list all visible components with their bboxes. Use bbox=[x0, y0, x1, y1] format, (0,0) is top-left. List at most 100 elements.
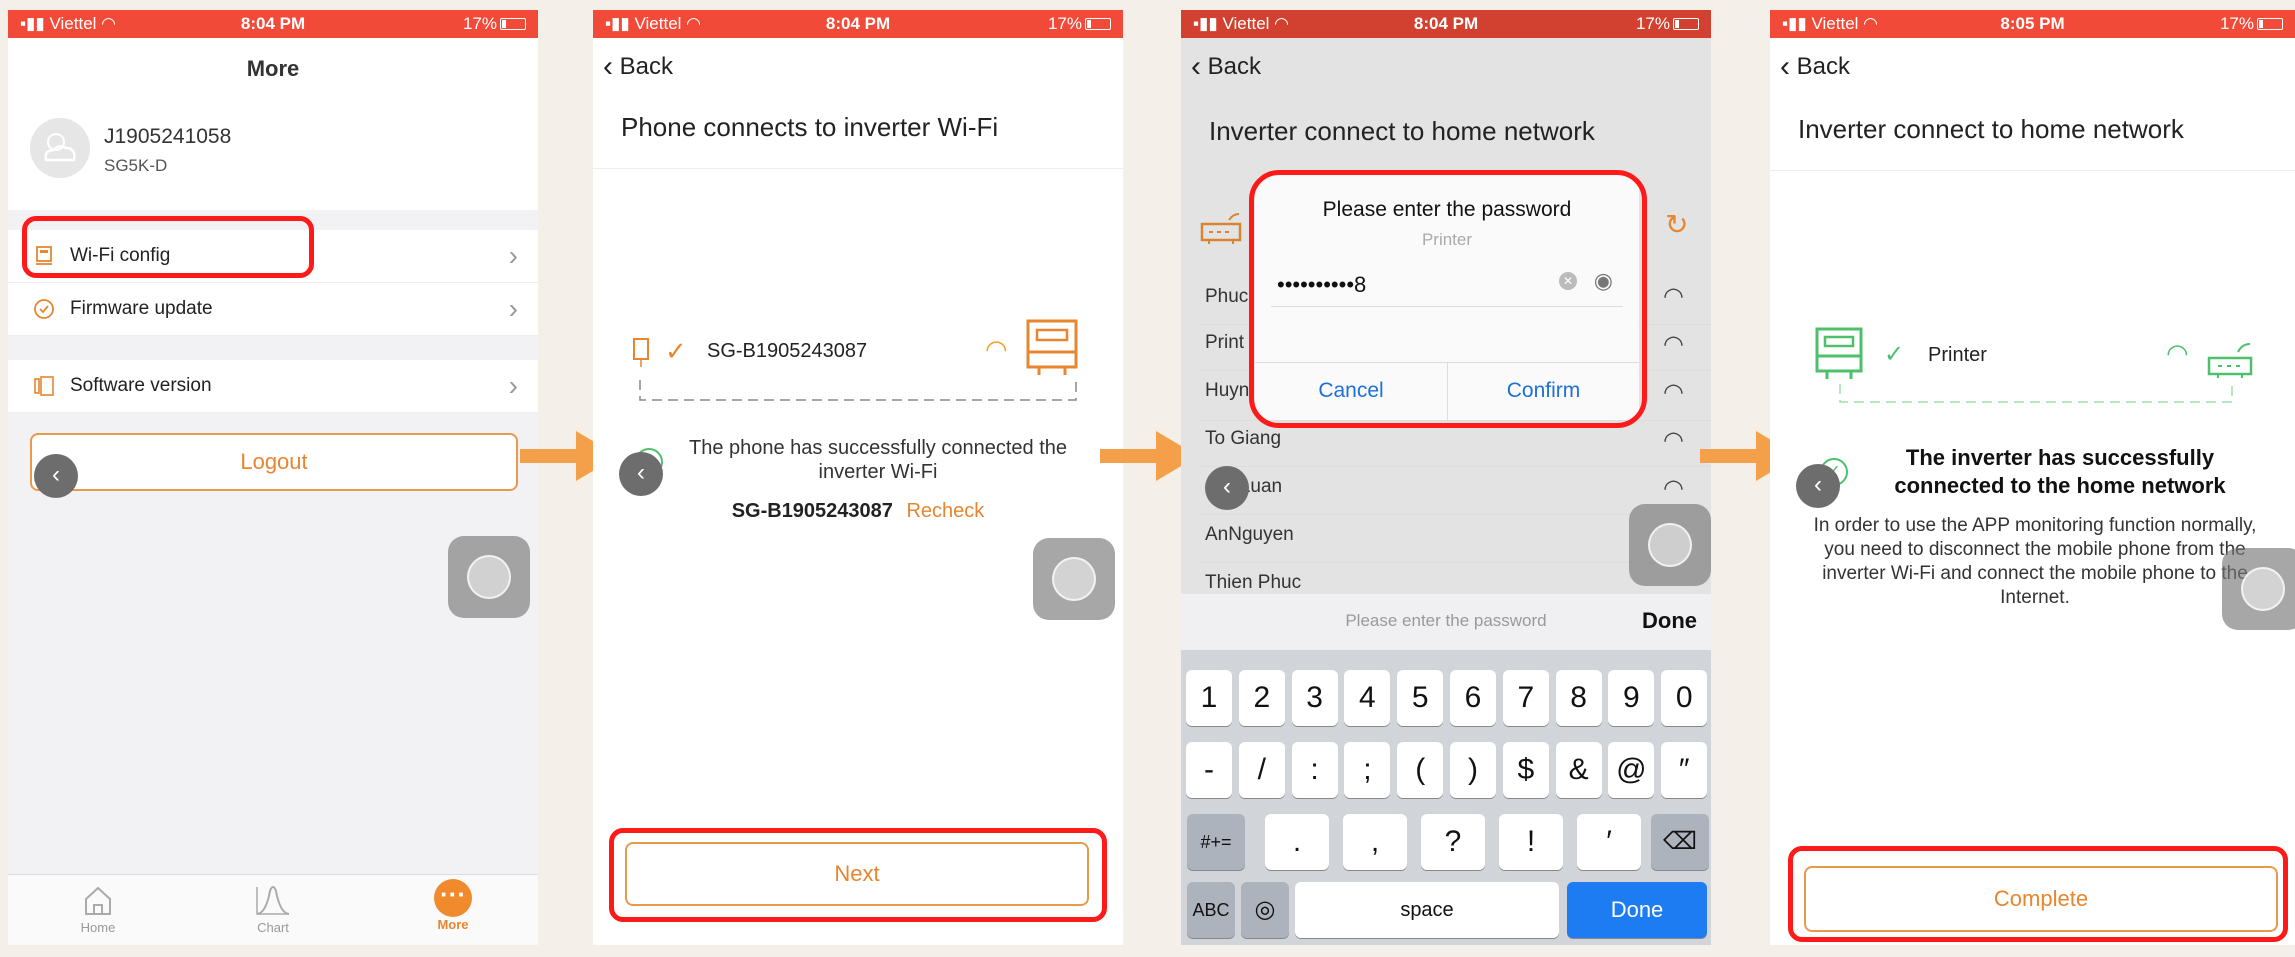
status-bar: ▪▮▮ Viettel ◠ 8:04 PM 17% bbox=[593, 10, 1123, 38]
wifi-lock-icon: ◠ bbox=[1663, 283, 1684, 310]
tab-more[interactable]: ··· More bbox=[413, 879, 493, 932]
keyboard-key[interactable]: 5 bbox=[1397, 670, 1444, 726]
home-network-name: Printer bbox=[1928, 344, 1987, 366]
status-bar: ▪▮▮ Viettel ◠ 8:04 PM 17% bbox=[8, 10, 538, 38]
inverter-icon bbox=[1200, 213, 1242, 244]
keyboard-key[interactable]: 1 bbox=[1186, 670, 1232, 726]
tab-chart[interactable]: Chart bbox=[233, 883, 313, 935]
keyboard-key[interactable]: ! bbox=[1499, 814, 1563, 870]
wifi-signal-icon: ◠ bbox=[985, 334, 1008, 364]
keyboard-key[interactable]: 8 bbox=[1555, 670, 1602, 726]
floating-back-button[interactable]: ‹ bbox=[1205, 466, 1249, 510]
page-title: More bbox=[246, 56, 300, 81]
tab-home[interactable]: Home bbox=[58, 883, 138, 935]
assistive-touch-button[interactable] bbox=[2222, 548, 2295, 630]
keyboard-key[interactable]: ; bbox=[1344, 742, 1391, 798]
keyboard-key[interactable]: , bbox=[1343, 814, 1407, 870]
keyboard-hint: Please enter the password bbox=[1345, 611, 1547, 630]
device-id: J1905241058 bbox=[104, 125, 232, 148]
highlight-next-button bbox=[609, 828, 1107, 922]
floating-back-button[interactable]: ‹ bbox=[619, 452, 663, 496]
globe-icon[interactable]: ◎ bbox=[1241, 882, 1289, 938]
battery-icon bbox=[1085, 18, 1111, 30]
recheck-link[interactable]: Recheck bbox=[906, 500, 984, 522]
phone-icon bbox=[633, 338, 649, 367]
highlight-password-dialog bbox=[1249, 170, 1647, 428]
menu-item-software-version[interactable]: Software version › bbox=[8, 360, 538, 413]
success-message: The phone has successfully connected the… bbox=[688, 437, 1068, 483]
keyboard-key[interactable]: : bbox=[1291, 742, 1338, 798]
key-abc[interactable]: ABC bbox=[1187, 882, 1235, 938]
keyboard-key[interactable]: 6 bbox=[1450, 670, 1496, 726]
keyboard-key[interactable]: ″ bbox=[1661, 742, 1708, 798]
device-model: SG5K-D bbox=[104, 156, 168, 175]
assistive-touch-button[interactable] bbox=[448, 536, 530, 618]
status-bar: ▪▮▮ Viettel ◠ 8:04 PM 17% bbox=[1181, 10, 1711, 38]
network-item[interactable]: Thien Phuc bbox=[1205, 572, 1301, 594]
keyboard-key[interactable]: . bbox=[1265, 814, 1329, 870]
battery-icon bbox=[1673, 18, 1699, 30]
menu-item-firmware-update[interactable]: Firmware update › bbox=[8, 283, 538, 336]
network-item[interactable]: To Giang bbox=[1205, 428, 1281, 450]
screen-home-network-password: ▪▮▮ Viettel ◠ 8:04 PM 17% ‹ Back Inverte… bbox=[1181, 10, 1711, 945]
keyboard-key[interactable]: @ bbox=[1608, 742, 1655, 798]
chevron-left-icon: ‹ bbox=[603, 50, 613, 83]
keyboard-key[interactable]: ( bbox=[1397, 742, 1444, 798]
network-item[interactable]: Huyn bbox=[1205, 380, 1249, 402]
battery-icon bbox=[500, 18, 526, 30]
keyboard-key[interactable]: 0 bbox=[1661, 670, 1708, 726]
keyboard-key[interactable]: - bbox=[1186, 742, 1232, 798]
back-button[interactable]: ‹ Back bbox=[1780, 50, 1850, 84]
floating-back-button[interactable]: ‹ bbox=[34, 454, 78, 498]
screen-more: ▪▮▮ Viettel ◠ 8:04 PM 17% More J19052410… bbox=[8, 10, 538, 945]
keyboard-key[interactable]: 4 bbox=[1344, 670, 1391, 726]
floating-back-button[interactable]: ‹ bbox=[1796, 464, 1840, 508]
keyboard-key[interactable]: 9 bbox=[1608, 670, 1655, 726]
keyboard-key[interactable]: ? bbox=[1421, 814, 1485, 870]
key-more-symbols[interactable]: #+= bbox=[1187, 814, 1245, 870]
keyboard-key[interactable]: / bbox=[1238, 742, 1285, 798]
back-button[interactable]: ‹ Back bbox=[1191, 50, 1261, 84]
inverter-icon bbox=[1815, 327, 1863, 379]
key-backspace[interactable]: ⌫ bbox=[1651, 814, 1709, 870]
keyboard-done-top[interactable]: Done bbox=[1642, 608, 1697, 634]
success-headline: The inverter has successfully connected … bbox=[1894, 445, 2226, 498]
page-title: Phone connects to inverter Wi-Fi bbox=[621, 112, 999, 142]
connection-line bbox=[1839, 384, 2233, 403]
inverter-ssid: SG-B1905243087 bbox=[707, 340, 868, 362]
keyboard-key[interactable]: 2 bbox=[1238, 670, 1285, 726]
assistive-touch-button[interactable] bbox=[1629, 504, 1711, 586]
network-item[interactable]: Phuc bbox=[1205, 286, 1248, 308]
battery-icon bbox=[2257, 18, 2283, 30]
screen-phone-wifi: ▪▮▮ Viettel ◠ 8:04 PM 17% ‹ Back Phone c… bbox=[593, 10, 1123, 945]
keyboard-key[interactable]: 7 bbox=[1502, 670, 1549, 726]
tab-bar: Home Chart ··· More bbox=[8, 874, 538, 945]
device-avatar bbox=[30, 118, 90, 178]
keyboard-key[interactable]: ) bbox=[1450, 742, 1496, 798]
keyboard-key[interactable]: $ bbox=[1502, 742, 1549, 798]
router-icon bbox=[2207, 343, 2253, 378]
wifi-lock-icon: ◠ bbox=[1663, 331, 1684, 358]
version-icon bbox=[34, 376, 54, 396]
back-button[interactable]: ‹ Back bbox=[603, 50, 673, 84]
network-item[interactable]: Print bbox=[1205, 332, 1244, 354]
keyboard-key[interactable]: 3 bbox=[1291, 670, 1338, 726]
chevron-right-icon: › bbox=[508, 293, 518, 324]
assistive-touch-button[interactable] bbox=[1033, 538, 1115, 620]
chevron-left-icon: ‹ bbox=[1191, 50, 1201, 83]
key-done[interactable]: Done bbox=[1567, 882, 1707, 938]
check-icon: ✓ bbox=[665, 336, 687, 366]
highlight-complete-button bbox=[1788, 846, 2288, 942]
keyboard-key[interactable]: & bbox=[1555, 742, 1602, 798]
home-icon bbox=[85, 886, 111, 915]
screen-connection-complete: ▪▮▮ Viettel ◠ 8:05 PM 17% ‹ Back Inverte… bbox=[1770, 10, 2295, 945]
keyboard-key[interactable]: ′ bbox=[1577, 814, 1641, 870]
logout-button[interactable]: Logout bbox=[30, 433, 518, 491]
cloud-sun-icon bbox=[44, 133, 76, 162]
more-icon: ··· bbox=[434, 879, 472, 917]
network-item[interactable]: AnNguyen bbox=[1205, 524, 1294, 546]
instruction-text: In order to use the APP monitoring funct… bbox=[1813, 515, 2257, 608]
key-space[interactable]: space bbox=[1295, 882, 1559, 938]
chevron-left-icon: ‹ bbox=[1780, 50, 1790, 83]
keyboard: Please enter the password Done 123456789… bbox=[1181, 594, 1711, 945]
